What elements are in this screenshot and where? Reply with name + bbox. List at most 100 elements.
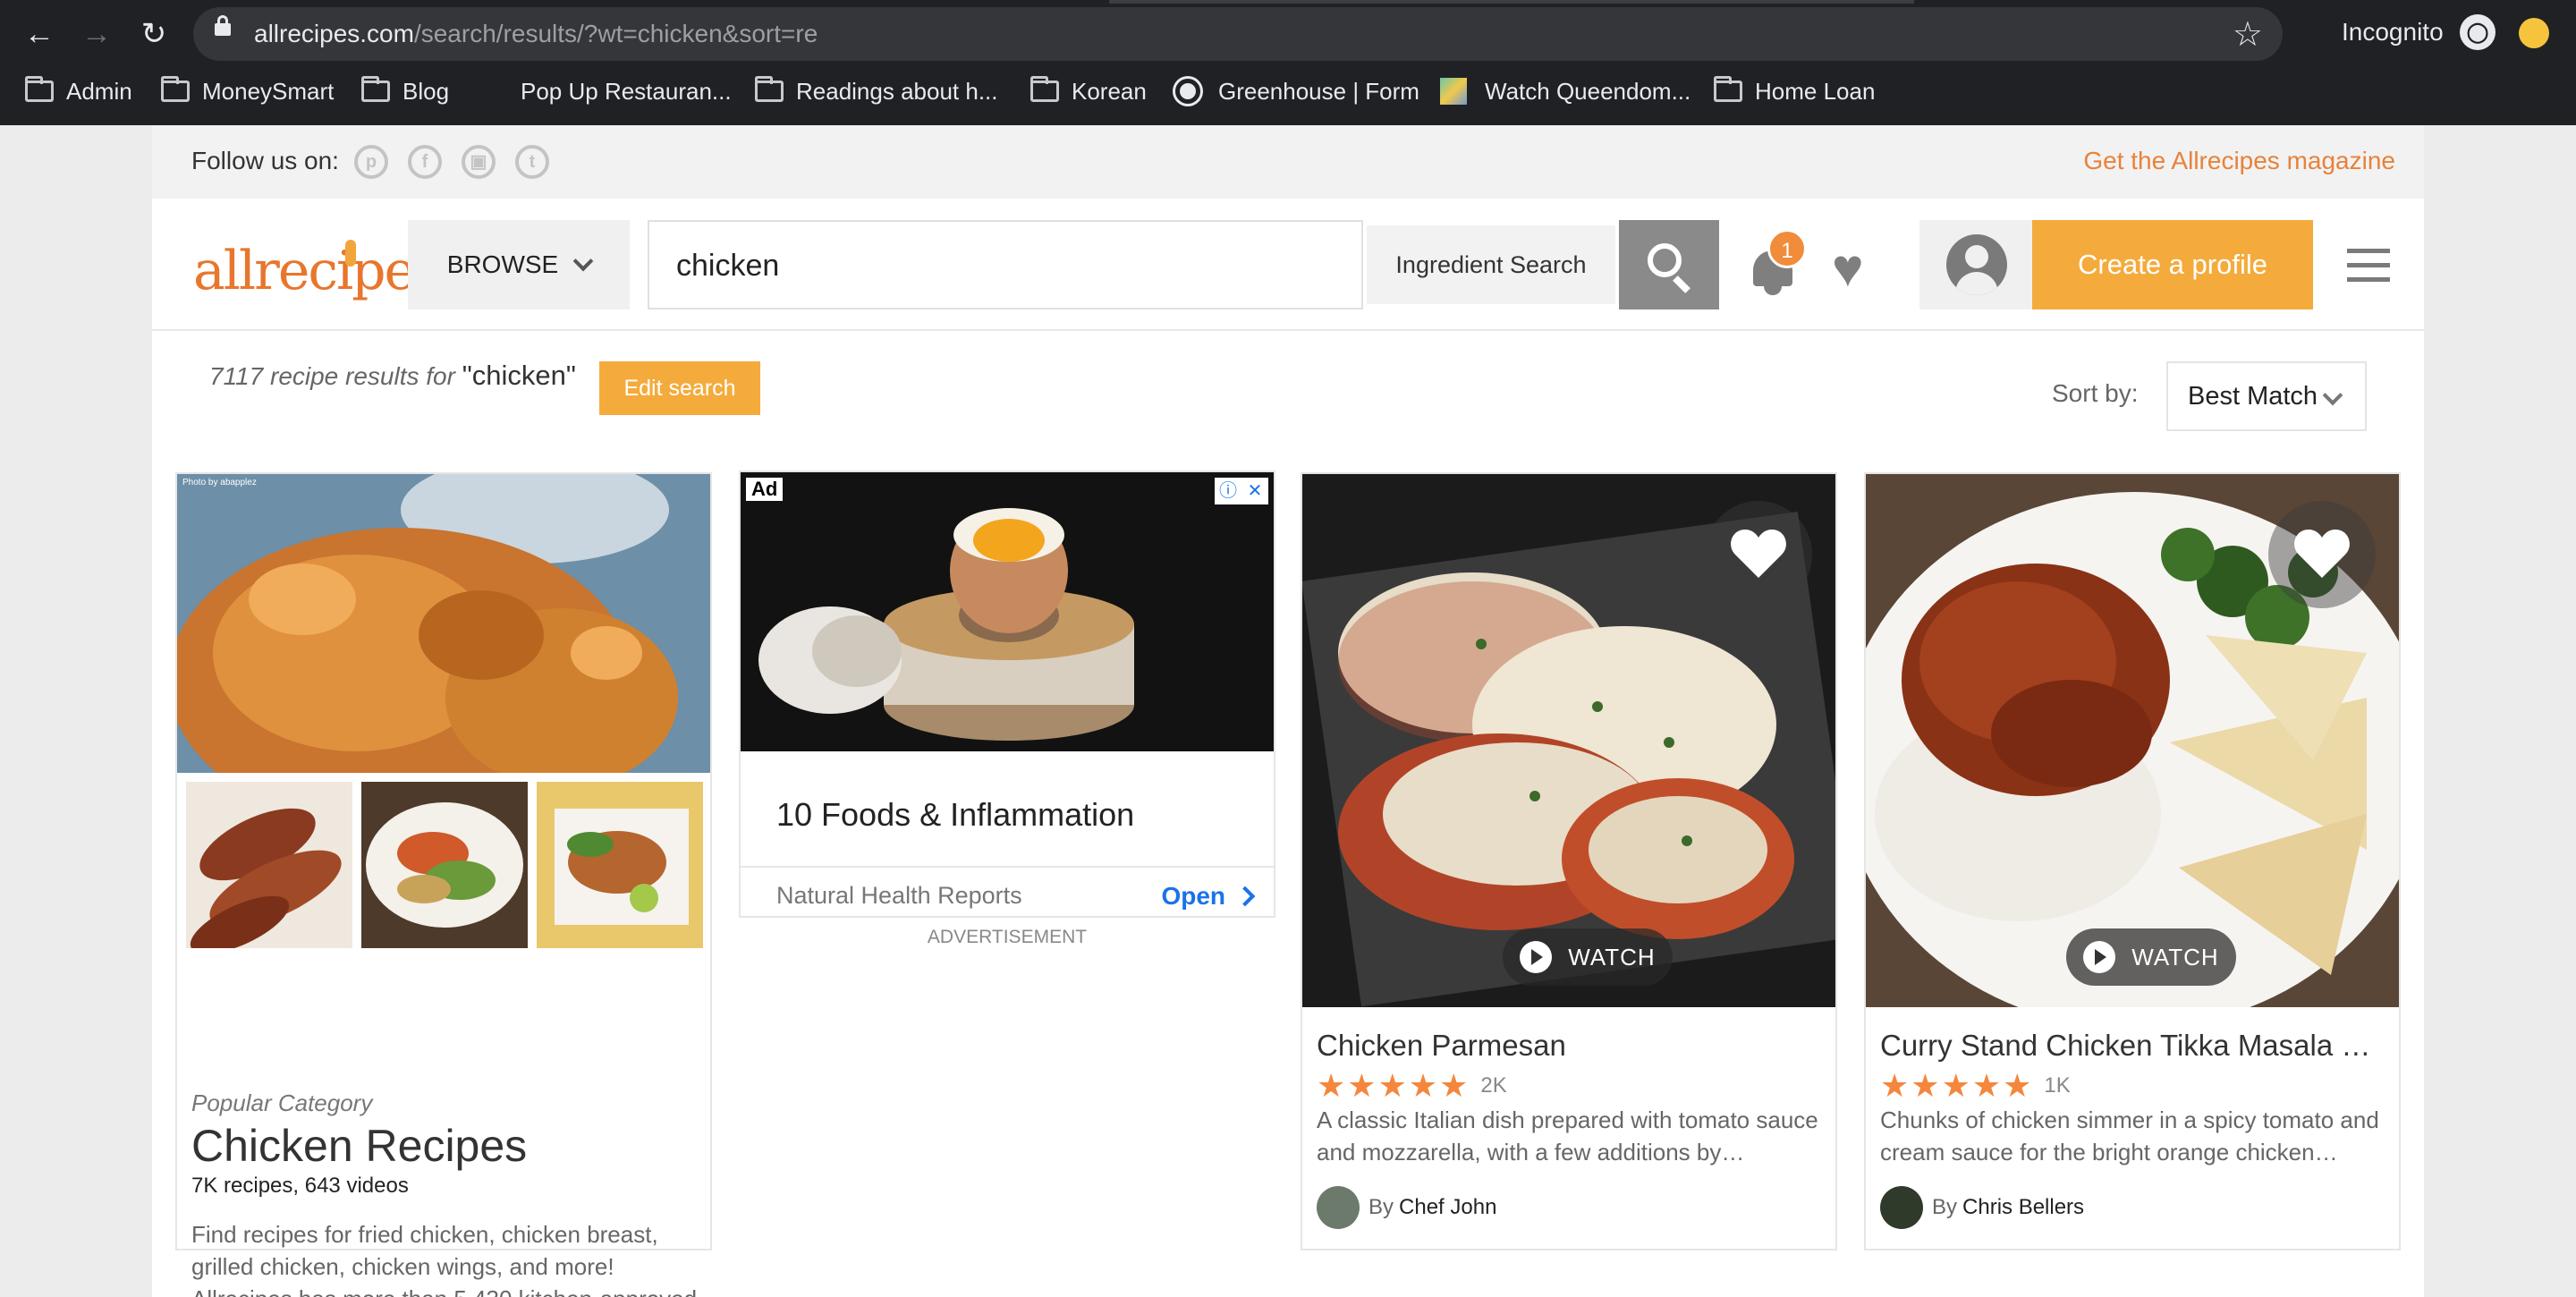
forward-icon[interactable]: → [77,14,116,54]
recipe-title[interactable]: Chicken Parmesan [1317,1029,1826,1063]
heart-icon [1731,530,1786,578]
recipe-author[interactable]: By Chef John [1317,1186,1496,1229]
browse-menu-button[interactable]: BROWSE [408,220,630,309]
recipe-image[interactable]: WATCH [1866,474,2399,1007]
play-icon [1520,941,1553,973]
watch-video-button[interactable]: WATCH [2066,928,2236,986]
ad-box[interactable]: Ad ⓘ ✕ 10 Foods & Inflammation Natural H… [739,470,1275,918]
thumbnail-image[interactable] [361,782,528,948]
sort-select[interactable]: Best Match [2166,361,2367,431]
recipe-author[interactable]: By Chris Bellers [1880,1186,2084,1229]
search-value: chicken [676,249,780,283]
recipe-card[interactable]: WATCH Curry Stand Chicken Tikka Masala …… [1864,472,2401,1250]
save-favorite-button[interactable] [2268,501,2376,608]
bookmark-item[interactable]: Readings about h... [755,75,998,107]
search-button[interactable] [1619,220,1719,309]
browse-label: BROWSE [446,250,559,278]
star-icon: ★ [1880,1067,1910,1104]
sort-value: Best Match [2188,382,2318,411]
results-summary: 7117 recipe results for "chicken" [209,360,576,392]
star-icon: ★ [1971,1067,2002,1104]
bookmark-item[interactable]: Blog [361,75,449,107]
folder-icon [1030,76,1059,102]
thumbnail-image[interactable] [537,782,703,948]
bookmark-item[interactable]: Home Loan [1714,75,1875,107]
category-card[interactable]: Photo by abapplez Popular Category Chick… [175,472,712,1297]
magazine-link[interactable]: Get the Allrecipes magazine [2083,147,2395,175]
page: Follow us on: p f ▣ t Get the Allrecipes… [152,125,2424,1297]
ad-title[interactable]: 10 Foods & Inflammation [776,796,1134,834]
bookmark-item[interactable]: Admin [25,75,132,107]
pinterest-icon[interactable]: p [354,145,388,179]
star-icon: ★ [1377,1067,1407,1104]
close-icon[interactable]: ✕ [1241,478,1268,504]
rating-stars: ★ ★ ★ ★ ★ 1K [1880,1070,2071,1102]
divider [741,866,1274,868]
category-description: Find recipes for fried chicken, chicken … [191,1221,697,1297]
browser-chrome: ← → ↻ allrecipes.com/search/results/?wt=… [0,0,2576,125]
ad-egg-image[interactable]: Ad ⓘ ✕ [741,472,1274,751]
follow-label: Follow us on: [191,147,339,174]
advertisement-label: ADVERTISEMENT [927,927,1088,947]
incognito-icon[interactable]: ◯ [2460,14,2496,50]
folder-icon [361,76,390,102]
create-profile-button[interactable]: Create a profile [2032,220,2313,309]
thumbnail-image[interactable] [186,782,352,954]
bookmark-star-icon[interactable]: ☆ [2233,14,2263,55]
author-name[interactable]: Chris Bellers [1962,1195,2084,1220]
incognito-label: Incognito [2342,18,2444,46]
back-icon[interactable]: ← [20,14,59,54]
bookmark-item[interactable]: Pop Up Restauran... [521,75,732,107]
facebook-icon[interactable]: f [408,145,442,179]
search-icon [1648,243,1682,277]
by-label: By [1368,1195,1394,1219]
ad-choices[interactable]: ⓘ ✕ [1215,478,1268,504]
ad-open-button[interactable]: Open [1161,882,1225,911]
star-icon: ★ [1408,1067,1438,1104]
bookmark-item[interactable]: Korean [1030,75,1147,107]
author-avatar[interactable] [1317,1186,1360,1229]
folder-icon [1714,76,1742,102]
reload-icon[interactable]: ↻ [134,14,174,54]
bookmark-item[interactable]: MoneySmart [161,75,334,107]
recipe-title[interactable]: Curry Stand Chicken Tikka Masala … [1880,1029,2390,1063]
heart-icon[interactable]: ♥ [1832,242,1864,295]
sort-label: Sort by: [2052,379,2139,407]
results-term: "chicken" [462,360,576,391]
recipe-card[interactable]: WATCH Chicken Parmesan ★ ★ ★ ★ ★ 2K A classi… [1301,472,1837,1250]
author-name[interactable]: Chef John [1399,1195,1496,1220]
star-icon: ★ [1941,1067,1970,1104]
ingredient-search-button[interactable]: Ingredient Search [1367,225,1615,304]
info-icon[interactable]: ⓘ [1215,478,1241,504]
twitter-icon[interactable]: t [515,145,549,179]
profile-button[interactable] [1919,220,2032,309]
save-favorite-button[interactable] [1705,501,1812,608]
fried-chicken-image[interactable]: Photo by abapplez [177,474,710,773]
logo-spoon [345,240,356,267]
play-icon [2083,941,2116,973]
address-bar[interactable]: allrecipes.com/search/results/?wt=chicke… [193,7,2283,61]
instagram-icon[interactable]: ▣ [462,145,496,179]
results-count: 7117 recipe results for [209,362,455,390]
advertisement[interactable]: Ad ⓘ ✕ 10 Foods & Inflammation Natural H… [739,470,1275,947]
author-avatar[interactable] [1880,1186,1923,1229]
notification-badge: 1 [1767,229,1807,268]
edit-search-button[interactable]: Edit search [599,361,760,415]
url-text[interactable]: allrecipes.com/search/results/?wt=chicke… [254,20,818,48]
star-icon: ★ [1439,1067,1469,1104]
bookmark-item[interactable]: Greenhouse | Form [1175,75,1419,107]
folder-icon [161,76,190,102]
hamburger-menu-icon[interactable] [2347,249,2390,283]
watch-video-button[interactable]: WATCH [1503,928,1673,986]
chevron-down-icon [2322,385,2343,406]
bookmark-item[interactable]: Watch Queendom... [1440,75,1690,107]
photo-credit: Photo by abapplez [182,478,257,487]
category-title[interactable]: Chicken Recipes [191,1120,527,1172]
recipe-image[interactable]: WATCH [1302,474,1835,1007]
search-input[interactable]: chicken [648,220,1363,309]
globe-icon [1175,79,1200,104]
star-icon: ★ [1911,1067,1940,1104]
chevron-down-icon [572,250,594,272]
allrecipes-logo[interactable]: allrecipes [193,240,442,302]
extension-icon[interactable] [2519,18,2549,48]
